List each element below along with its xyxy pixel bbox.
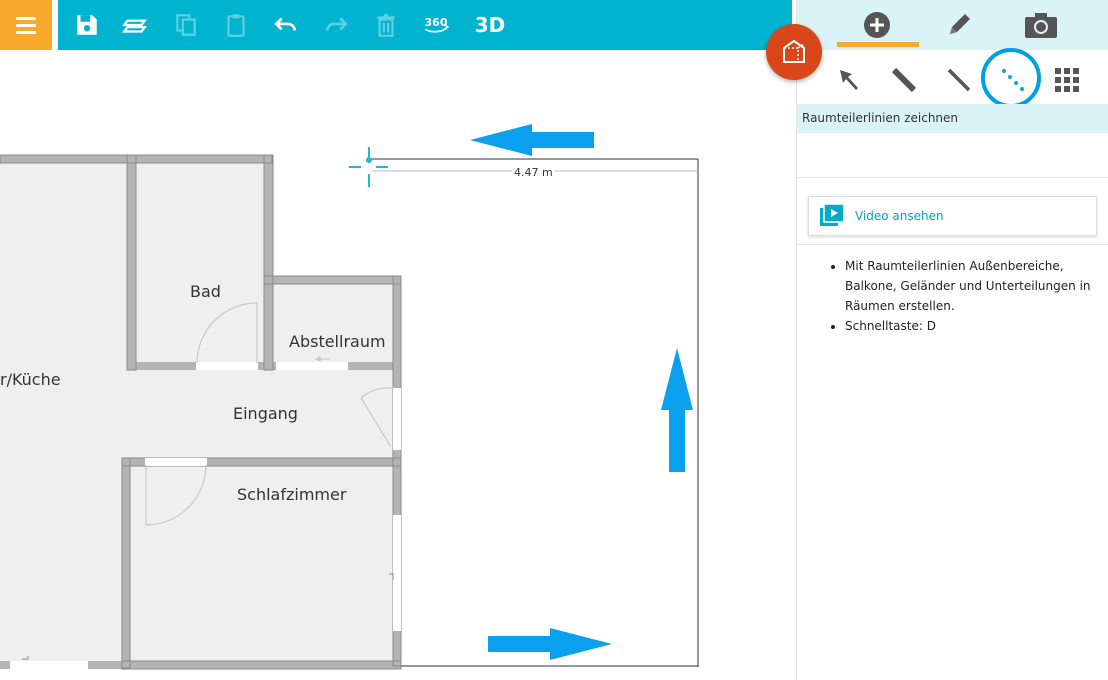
video-button-label: Video ansehen — [855, 209, 944, 223]
side-panel: Raumteilerlinien zeichnen Video ansehen … — [796, 0, 1108, 680]
room-label-storage: Abstellraum — [289, 332, 386, 351]
floorplan-drawing — [0, 124, 699, 670]
room-label-bedroom: Schlafzimmer — [237, 485, 347, 504]
line-tool[interactable] — [939, 60, 979, 100]
tool-highlight-ring — [981, 48, 1041, 108]
select-tool[interactable] — [830, 60, 870, 100]
save-button[interactable] — [71, 9, 103, 41]
select-arrow-icon — [840, 70, 858, 90]
grid-icon — [1055, 68, 1079, 92]
video-icon — [820, 203, 845, 226]
dimension-label: 4.47 m — [512, 166, 555, 179]
menu-icon — [16, 16, 36, 20]
help-text: Mit Raumteilerlinien Außenbereiche, Balk… — [819, 256, 1099, 336]
delete-icon — [377, 14, 395, 37]
camera-icon — [1025, 13, 1057, 38]
paste-icon — [227, 14, 245, 37]
room-box-icon — [783, 39, 805, 63]
paste-button[interactable] — [220, 9, 252, 41]
grid-tool[interactable] — [1047, 60, 1087, 100]
view-360-button[interactable]: 360 — [420, 9, 452, 41]
room-templates-button[interactable] — [766, 24, 822, 80]
room-label-entrance: Eingang — [233, 404, 298, 423]
undo-icon — [274, 17, 297, 31]
tab-camera[interactable] — [1001, 6, 1081, 44]
copy-button[interactable] — [170, 9, 202, 41]
redo-button[interactable] — [320, 9, 352, 41]
floors-icon — [122, 19, 147, 33]
view-3d-label: 3D — [474, 13, 506, 37]
room-label-bath: Bad — [190, 282, 221, 301]
wall-tool-icon — [891, 67, 917, 93]
menu-button[interactable] — [0, 0, 52, 50]
undo-button[interactable] — [270, 9, 302, 41]
toolbar: 360 3D — [58, 0, 792, 50]
floors-button[interactable] — [119, 9, 151, 41]
panel-title: Raumteilerlinien zeichnen — [797, 104, 1108, 133]
edit-icon — [950, 14, 970, 34]
floorplan-canvas[interactable]: r/Küche Bad Abstellraum Eingang Schlafzi… — [0, 50, 796, 680]
line-tool-icon — [947, 68, 971, 92]
panel-tabs — [797, 0, 1108, 50]
help-item: Mit Raumteilerlinien Außenbereiche, Balk… — [845, 256, 1099, 316]
wall-tool[interactable] — [884, 60, 924, 100]
redo-icon — [325, 17, 348, 31]
tab-add[interactable] — [837, 6, 919, 47]
save-icon — [77, 15, 97, 35]
help-item: Schnelltaste: D — [845, 316, 1099, 336]
tab-edit[interactable] — [919, 6, 999, 44]
view-3d-button[interactable]: 3D — [470, 9, 510, 41]
room-label-kitchen: r/Küche — [0, 370, 61, 389]
copy-icon — [176, 14, 196, 36]
delete-button[interactable] — [370, 9, 402, 41]
add-icon — [864, 12, 890, 38]
tools-row — [797, 52, 1108, 104]
view-360-label: 360 — [424, 15, 448, 29]
video-button[interactable]: Video ansehen — [808, 196, 1097, 236]
